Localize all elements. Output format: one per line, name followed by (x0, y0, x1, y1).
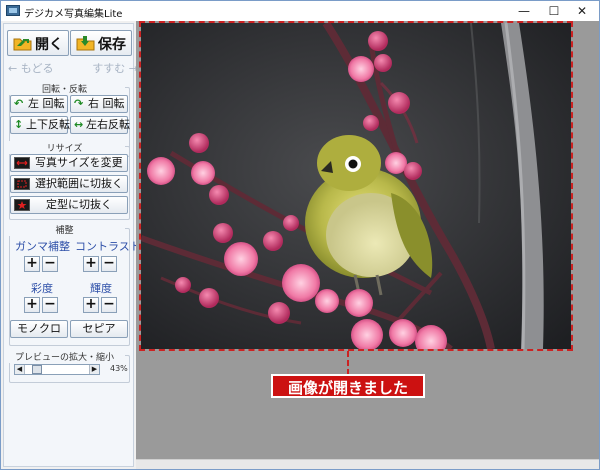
forward-button[interactable]: すすむ → (78, 61, 138, 77)
open-label: 開く (35, 37, 63, 53)
preview-group-title: プレビューの拡大・縮小 (4, 350, 125, 363)
selection-rectangle[interactable] (139, 21, 573, 351)
minimize-button[interactable]: — (509, 1, 539, 21)
rotate-left-icon: ↶ (14, 97, 24, 110)
rotate-right-button[interactable]: ↷ 右 回転 (70, 95, 128, 113)
rotate-right-label: 右 回転 (88, 97, 125, 110)
flip-vertical-button[interactable]: ↕ 上下反転 (10, 116, 70, 134)
app-window: デジカメ写真編集Lite — ☐ ✕ 開く 保存 ← もどる すすむ → 回転・… (0, 0, 600, 470)
crop-fixed-button[interactable]: 定型に切抜く (10, 196, 128, 214)
folder-open-icon (13, 38, 32, 51)
sidebar: 開く 保存 ← もどる すすむ → 回転・反転 ↶ 左 回転 ↷ 右 回転 ↕ … (3, 23, 141, 467)
adjust-group-title: 補整 (4, 223, 125, 236)
saturation-label: 彩度 (31, 282, 53, 295)
crop-selection-icon (14, 178, 30, 190)
flip-vertical-label: 上下反転 (26, 118, 70, 131)
gamma-minus-button[interactable]: − (42, 256, 58, 272)
flip-horizontal-icon: ↔ (74, 118, 84, 131)
open-button[interactable]: 開く (7, 30, 69, 56)
mono-button[interactable]: モノクロ (10, 320, 68, 338)
contrast-plus-button[interactable]: + (83, 256, 99, 272)
zoom-value: 43% (110, 364, 128, 373)
flip-horizontal-button[interactable]: ↔ 左右反転 (70, 116, 130, 134)
slider-right-arrow-icon[interactable]: ▶ (89, 365, 99, 374)
zoom-slider[interactable]: ◀ ▶ (14, 364, 100, 375)
save-label: 保存 (98, 37, 126, 53)
brightness-plus-button[interactable]: + (83, 297, 99, 313)
flip-vertical-icon: ↕ (14, 118, 24, 131)
save-button[interactable]: 保存 (70, 30, 132, 56)
contrast-minus-button[interactable]: − (101, 256, 117, 272)
contrast-label: コントラスト (75, 240, 141, 253)
callout-connector (347, 351, 349, 375)
rotate-right-icon: ↷ (74, 97, 84, 110)
saturation-minus-button[interactable]: − (42, 297, 58, 313)
sepia-button[interactable]: セピア (70, 320, 128, 338)
crop-fixed-label: 定型に切抜く (46, 198, 112, 211)
rotate-left-button[interactable]: ↶ 左 回転 (10, 95, 68, 113)
resize-icon (14, 157, 30, 169)
app-icon (6, 5, 20, 16)
slider-thumb[interactable] (32, 365, 42, 374)
rotate-left-label: 左 回転 (28, 97, 65, 110)
gamma-plus-button[interactable]: + (24, 256, 40, 272)
rotate-group-title: 回転・反転 (4, 82, 125, 95)
close-button[interactable]: ✕ (567, 1, 597, 21)
folder-save-icon (76, 36, 95, 51)
brightness-label: 輝度 (90, 282, 112, 295)
flip-horizontal-label: 左右反転 (86, 118, 130, 131)
crop-selection-button[interactable]: 選択範囲に切抜く (10, 175, 128, 193)
brightness-minus-button[interactable]: − (101, 297, 117, 313)
horizontal-scrollbar[interactable] (136, 459, 599, 469)
resize-photo-button[interactable]: 写真サイズを変更 (10, 154, 128, 172)
status-callout: 画像が開きました (271, 374, 425, 398)
crop-fixed-icon (14, 199, 30, 211)
window-title: デジカメ写真編集Lite (24, 9, 123, 20)
title-bar: デジカメ写真編集Lite — ☐ ✕ (1, 1, 599, 21)
resize-photo-label: 写真サイズを変更 (35, 156, 123, 169)
back-button[interactable]: ← もどる (8, 61, 68, 77)
saturation-plus-button[interactable]: + (24, 297, 40, 313)
crop-selection-label: 選択範囲に切抜く (35, 177, 123, 190)
resize-group-title: リサイズ (4, 141, 125, 154)
gamma-label: ガンマ補整 (15, 240, 70, 253)
slider-left-arrow-icon[interactable]: ◀ (15, 365, 25, 374)
maximize-button[interactable]: ☐ (539, 1, 569, 21)
